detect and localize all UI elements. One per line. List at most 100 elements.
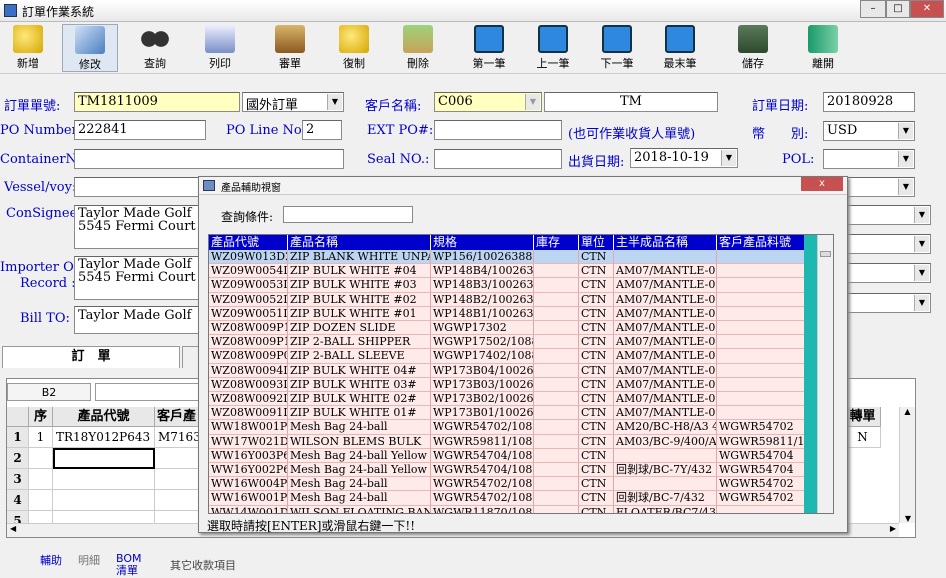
- table-row[interactable]: WW16Y002P6 Mesh Bag 24-ball Yellow WGWR547…: [209, 463, 806, 478]
- column-header-unit[interactable]: 單位: [579, 235, 614, 250]
- tab-other[interactable]: 其它收款項目: [170, 557, 236, 573]
- scroll-thumb[interactable]: [820, 251, 831, 257]
- grid-vertical-scrollbar[interactable]: ▲ ▼: [899, 407, 915, 523]
- order-date-field[interactable]: 20180928: [823, 92, 915, 112]
- container-field[interactable]: [74, 149, 344, 169]
- seq-cell[interactable]: 1: [29, 427, 53, 448]
- customer-code-field[interactable]: C006 ▼: [434, 92, 542, 112]
- column-header-product-name[interactable]: 產品名稱: [288, 235, 431, 250]
- table-row[interactable]: WZ09W0053D ZIP BULK WHITE #03 WP148B3/1002…: [209, 278, 806, 293]
- table-row[interactable]: WZ08W009P0 ZIP 2-BALL SLEEVE WGWP17402/108…: [209, 349, 806, 364]
- minimize-button[interactable]: –: [860, 0, 886, 18]
- seal-field[interactable]: [434, 149, 562, 169]
- column-header-main-name[interactable]: 主半成品名稱: [614, 235, 717, 250]
- product-cell[interactable]: TR18Y012P643: [53, 427, 155, 448]
- transfer-cell[interactable]: N: [845, 427, 881, 448]
- seq-cell[interactable]: [29, 469, 53, 490]
- seq-cell[interactable]: [29, 448, 53, 469]
- table-row[interactable]: WW18W001P6Mesh Bag 24-ballWGWR54702/1088…: [209, 420, 806, 435]
- edit-button[interactable]: 修改: [62, 24, 118, 72]
- table-row[interactable]: WZ08W0093D ZIP BULK WHITE 03# WP173B03/100…: [209, 377, 806, 392]
- product-cell-active[interactable]: [53, 448, 155, 469]
- column-header-customer-part[interactable]: 客戶產品料號: [717, 235, 806, 250]
- scroll-left-icon[interactable]: ◀: [10, 524, 16, 533]
- product-name-cell: Mesh Bag 24-ball Yellow: [288, 463, 431, 478]
- product-code-cell: WZ08W009P0: [209, 349, 288, 364]
- chevron-down-icon: ▼: [914, 236, 929, 252]
- prev-record-icon: [538, 25, 568, 53]
- pol-label: POL:: [782, 152, 815, 167]
- product-code-cell: WZ08W0092D: [209, 392, 288, 407]
- table-row[interactable]: WW16W001P6Mesh Bag 24-ballWGWR54702/1088…: [209, 491, 806, 506]
- tab-detail[interactable]: 明細: [78, 552, 100, 568]
- close-icon[interactable]: x: [801, 177, 843, 191]
- table-row[interactable]: WZ08W0091D ZIP BULK WHITE 01# WP173B01/100…: [209, 406, 806, 421]
- ext-po-field[interactable]: [434, 120, 562, 140]
- scroll-right-icon[interactable]: ▶: [890, 524, 896, 533]
- prev-record-button[interactable]: 上一筆: [525, 24, 581, 72]
- scroll-up-icon[interactable]: ▲: [900, 407, 915, 416]
- table-row[interactable]: WW16W004P6Mesh Bag 24-ballWGWR54702/1088…: [209, 477, 806, 492]
- customer-cell[interactable]: M71639(: [155, 427, 199, 448]
- save-button[interactable]: 儲存: [725, 24, 781, 72]
- close-window-button[interactable]: ✕: [910, 0, 944, 18]
- approve-button[interactable]: 審單: [262, 24, 318, 72]
- scrollbar-track[interactable]: [817, 235, 833, 513]
- customer-cell[interactable]: [155, 490, 199, 511]
- table-row[interactable]: WZ08W009P1 ZIP 2-BALL SHIPPER WGWP17502/10…: [209, 335, 806, 350]
- tab-aux[interactable]: 輔助: [40, 552, 62, 568]
- exit-button[interactable]: 離開: [795, 24, 851, 72]
- table-row[interactable]: WZ09W0052D ZIP BULK WHITE #02 WP148B2/1002…: [209, 292, 806, 307]
- po-line-field[interactable]: 2: [302, 120, 342, 140]
- ship-date-field[interactable]: 2018-10-19 ▼: [630, 148, 738, 168]
- table-row[interactable]: WZ09W0051D ZIP BULK WHITE #01 WP148B1/1002…: [209, 306, 806, 321]
- ext-po-label: EXT PO#:: [367, 123, 434, 138]
- table-row[interactable]: WW16Y003P6 Mesh Bag 24-ball Yellow WGWR547…: [209, 448, 806, 463]
- new-button[interactable]: 新增: [0, 24, 56, 72]
- product-code-cell: WZ08W0093D: [209, 377, 288, 392]
- po-number-field[interactable]: 222841: [74, 120, 206, 140]
- query-input[interactable]: [283, 206, 413, 223]
- seq-cell[interactable]: [29, 490, 53, 511]
- maximize-button[interactable]: □: [886, 0, 910, 18]
- query-button[interactable]: 查詢: [127, 24, 183, 72]
- column-header-spec[interactable]: 規格: [431, 235, 534, 250]
- dialog-footer-hint: 選取時請按[ENTER]或滑鼠右鍵一下!!: [207, 519, 416, 533]
- main-name-cell: AM07/MANTLE-03: [614, 278, 717, 293]
- table-row[interactable]: WZ08W009P1 ZIP DOZEN SLIDE WGWP17302 CTN AM0…: [209, 321, 806, 336]
- copy-button[interactable]: 復制: [326, 24, 382, 72]
- table-row[interactable]: WZ08W0092D ZIP BULK WHITE 02# WP173B02/100…: [209, 392, 806, 407]
- first-record-button[interactable]: 第一筆: [461, 24, 517, 72]
- last-record-button[interactable]: 最末筆: [652, 24, 708, 72]
- main-name-cell: 回剝球/BC-7Y/432: [614, 463, 717, 478]
- pol-select[interactable]: ▼: [823, 149, 915, 169]
- product-name-cell: ZIP BLANK WHITE UNPA: [288, 250, 431, 265]
- next-record-button[interactable]: 下一筆: [589, 24, 645, 72]
- order-type-select[interactable]: 國外訂單 ▼: [242, 92, 344, 112]
- table-row[interactable]: WZ08W0094D ZIP BULK WHITE 04# WP173B04/100…: [209, 363, 806, 378]
- tab-order[interactable]: 訂 單: [2, 346, 180, 368]
- customer-name-field[interactable]: TM: [544, 92, 718, 112]
- order-no-field[interactable]: TM1811009: [74, 92, 240, 112]
- po-label: PO Number:: [0, 123, 83, 138]
- product-table-scrollbar[interactable]: [804, 235, 833, 513]
- print-button[interactable]: 列印: [192, 24, 248, 72]
- customer-cell[interactable]: [155, 448, 199, 469]
- product-name-cell: ZIP BULK WHITE 02#: [288, 392, 431, 407]
- approve-icon: [275, 25, 305, 53]
- product-cell[interactable]: [53, 490, 155, 511]
- importer-label-1: Importer Of: [0, 260, 79, 275]
- column-header-stock[interactable]: 庫存: [534, 235, 579, 250]
- delete-button[interactable]: 刪除: [390, 24, 446, 72]
- customer-cell[interactable]: [155, 469, 199, 490]
- product-cell[interactable]: [53, 469, 155, 490]
- table-row[interactable]: WW14W001D WILSON FLOATING BAN WGWR11870/10…: [209, 505, 806, 513]
- table-row[interactable]: WZ09W0054D ZIP BULK WHITE #04 WP148B4/1002…: [209, 264, 806, 279]
- table-row[interactable]: WW17W021D2 WILSON BLEMS BULK WGWR59811/108…: [209, 434, 806, 449]
- cell-editor[interactable]: [95, 383, 205, 401]
- column-header-product-code[interactable]: 產品代號: [209, 235, 288, 250]
- currency-select[interactable]: USD ▼: [823, 121, 915, 141]
- tab-bom-list[interactable]: 清單: [116, 562, 138, 578]
- table-row-selected[interactable]: WZ09W013D2 ZIP BLANK WHITE UNPA WP156/1002…: [209, 250, 806, 265]
- scroll-down-icon[interactable]: ▼: [900, 514, 916, 523]
